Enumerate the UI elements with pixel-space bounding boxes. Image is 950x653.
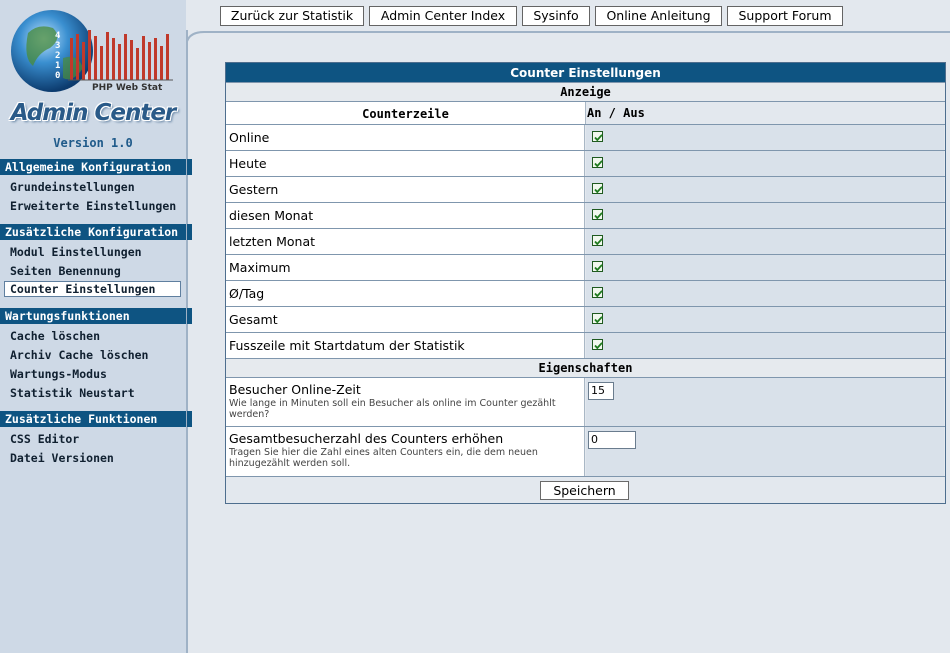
counter-row-label: Heute	[226, 151, 585, 176]
counter-row: Gesamt	[226, 307, 945, 333]
prop-label: Besucher Online-Zeit	[229, 382, 361, 397]
nav-seiten-benennung[interactable]: Seiten Benennung	[10, 263, 121, 279]
col-an-aus: An / Aus	[587, 106, 645, 120]
counter-row: Ø/Tag	[226, 281, 945, 307]
counter-row: Gestern	[226, 177, 945, 203]
counter-row: diesen Monat	[226, 203, 945, 229]
counter-row-checkbox[interactable]	[592, 339, 603, 350]
column-headers: Counterzeile An / Aus	[226, 102, 945, 125]
counter-row-checkbox[interactable]	[592, 313, 603, 324]
admin-center-title: Admin Center	[10, 100, 177, 126]
counter-row-checkbox[interactable]	[592, 261, 603, 272]
checkmark-icon	[594, 238, 603, 246]
nav-erweiterte-einstellungen[interactable]: Erweiterte Einstellungen	[10, 198, 176, 214]
admin-center-index-button[interactable]: Admin Center Index	[369, 6, 517, 26]
counter-row-checkbox[interactable]	[592, 131, 603, 142]
version-label: Version 1.0	[53, 136, 133, 150]
online-anleitung-button[interactable]: Online Anleitung	[595, 6, 722, 26]
checkmark-icon	[594, 342, 603, 350]
checkmark-icon	[594, 160, 603, 168]
nav-archiv-cache-loeschen[interactable]: Archiv Cache löschen	[10, 347, 148, 363]
nav-wartungs-modus[interactable]: Wartungs-Modus	[10, 366, 107, 382]
section-anzeige: Anzeige	[226, 83, 945, 102]
nav-statistik-neustart[interactable]: Statistik Neustart	[10, 385, 135, 401]
nav-datei-versionen[interactable]: Datei Versionen	[10, 450, 114, 466]
counter-row-checkbox[interactable]	[592, 235, 603, 246]
sidebar: 4 3 2 1 0 PHP Web Stat Admin Center Vers…	[0, 0, 192, 653]
php-web-stat-logo: 4 3 2 1 0 PHP Web Stat	[11, 10, 173, 93]
counter-row-label: letzten Monat	[226, 229, 585, 254]
counter-row-label: Ø/Tag	[226, 281, 585, 306]
checkmark-icon	[594, 186, 603, 194]
gesamtbesucher-input[interactable]: 0	[588, 431, 636, 449]
online-zeit-input[interactable]: 15	[588, 382, 614, 400]
prop-row: Besucher Online-Zeit Wie lange in Minute…	[226, 378, 945, 427]
zurueck-zur-statistik-button[interactable]: Zurück zur Statistik	[220, 6, 364, 26]
counter-row-label: Online	[226, 125, 585, 150]
counter-row-checkbox[interactable]	[592, 157, 603, 168]
save-button[interactable]: Speichern	[540, 481, 629, 500]
nav-modul-einstellungen[interactable]: Modul Einstellungen	[10, 244, 142, 260]
logo-digit: 3	[55, 41, 60, 51]
counter-row: Fusszeile mit Startdatum der Statistik	[226, 333, 945, 359]
top-navigation: Zurück zur Statistik Admin Center Index …	[186, 0, 950, 30]
checkmark-icon	[594, 316, 603, 324]
counter-row-label: Gesamt	[226, 307, 585, 332]
logo-digit: 1	[55, 61, 60, 71]
counter-row-checkbox[interactable]	[592, 209, 603, 220]
nav-cache-loeschen[interactable]: Cache löschen	[10, 328, 100, 344]
logo-text: PHP Web Stat	[92, 83, 163, 93]
counter-row-label: Fusszeile mit Startdatum der Statistik	[226, 333, 585, 358]
section-eigenschaften: Eigenschaften	[226, 359, 945, 378]
counter-row-checkbox[interactable]	[592, 183, 603, 194]
checkmark-icon	[594, 290, 603, 298]
checkmark-icon	[594, 264, 603, 272]
prop-description: Wie lange in Minuten soll ein Besucher a…	[229, 398, 556, 420]
checkmark-icon	[594, 212, 603, 220]
nav-grundeinstellungen[interactable]: Grundeinstellungen	[10, 179, 135, 195]
sysinfo-button[interactable]: Sysinfo	[522, 6, 590, 26]
prop-row: Gesamtbesucherzahl des Counters erhöhen …	[226, 427, 945, 477]
counter-row: Maximum	[226, 255, 945, 281]
section-wartungsfunktionen: Wartungsfunktionen	[0, 308, 192, 324]
counter-row-checkbox[interactable]	[592, 287, 603, 298]
counter-row: Heute	[226, 151, 945, 177]
logo-digit: 4	[55, 31, 61, 41]
counter-row-label: diesen Monat	[226, 203, 585, 228]
nav-css-editor[interactable]: CSS Editor	[10, 431, 79, 447]
support-forum-button[interactable]: Support Forum	[727, 6, 843, 26]
section-zusaetzliche-funktionen: Zusätzliche Funktionen	[0, 411, 192, 427]
logo-digit: 0	[55, 71, 60, 81]
prop-description: Tragen Sie hier die Zahl eines alten Cou…	[229, 447, 538, 469]
col-counterzeile: Counterzeile	[226, 102, 586, 124]
prop-label: Gesamtbesucherzahl des Counters erhöhen	[229, 431, 504, 446]
counter-row: letzten Monat	[226, 229, 945, 255]
checkmark-icon	[594, 134, 603, 142]
counter-row-label: Maximum	[226, 255, 585, 280]
counter-settings-panel: Counter Einstellungen Anzeige Counterzei…	[225, 62, 946, 504]
panel-title: Counter Einstellungen	[226, 63, 945, 83]
save-row: Speichern	[226, 477, 945, 503]
section-allgemeine-konfiguration: Allgemeine Konfiguration	[0, 159, 192, 175]
nav-counter-einstellungen[interactable]: Counter Einstellungen	[4, 281, 181, 297]
counter-row-label: Gestern	[226, 177, 585, 202]
counter-row: Online	[226, 125, 945, 151]
section-zusaetzliche-konfiguration: Zusätzliche Konfiguration	[0, 224, 192, 240]
logo-digit: 2	[55, 51, 60, 61]
